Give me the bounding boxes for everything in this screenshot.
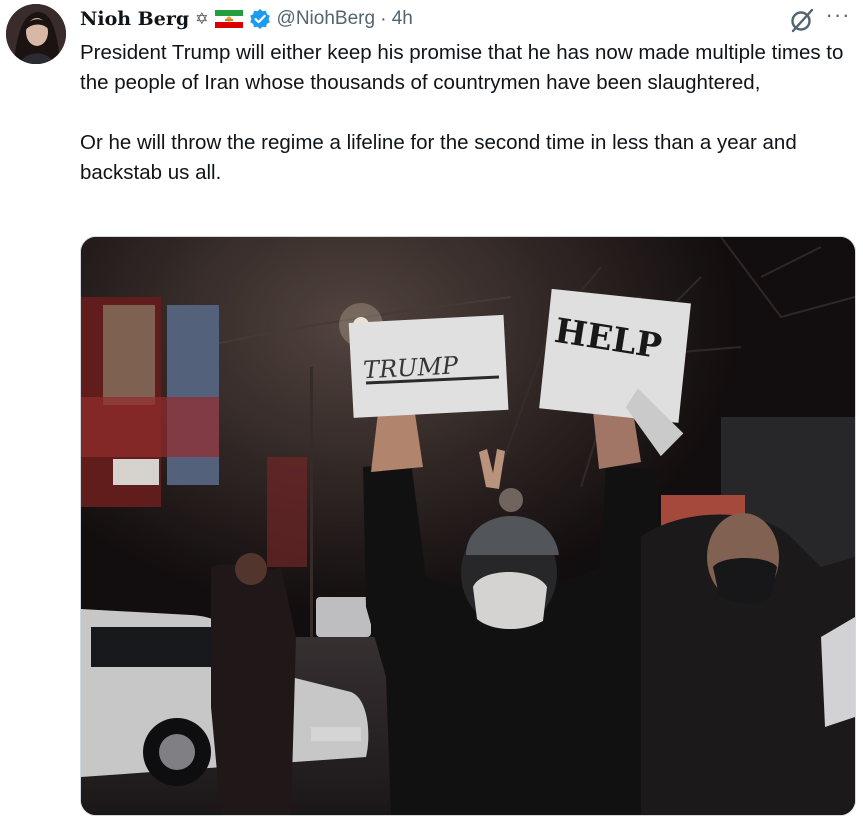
- avatar[interactable]: [6, 4, 66, 64]
- star-of-david-icon: ✡: [195, 11, 209, 28]
- tweet-photo[interactable]: HELP TRUMP: [80, 236, 856, 816]
- grok-icon[interactable]: [788, 6, 816, 34]
- tweet-header: Nioh Berg ✡ @NiohBerg · 4h: [80, 6, 413, 32]
- tweet-text: President Trump will either keep his pro…: [80, 38, 850, 188]
- iran-lion-sun-flag-icon: [214, 10, 243, 28]
- tweet: Nioh Berg ✡ @NiohBerg · 4h ··· President…: [0, 0, 863, 822]
- author-handle[interactable]: @NiohBerg: [277, 8, 376, 30]
- more-button[interactable]: ···: [820, 2, 856, 32]
- author-name[interactable]: Nioh Berg: [80, 8, 189, 30]
- verified-badge-icon: [249, 9, 270, 29]
- tweet-paragraph-1: President Trump will either keep his pro…: [80, 41, 844, 94]
- separator-dot: ·: [380, 7, 387, 30]
- more-icon: ···: [825, 2, 851, 27]
- post-time[interactable]: 4h: [392, 8, 413, 30]
- tweet-paragraph-2: Or he will throw the regime a lifeline f…: [80, 131, 797, 184]
